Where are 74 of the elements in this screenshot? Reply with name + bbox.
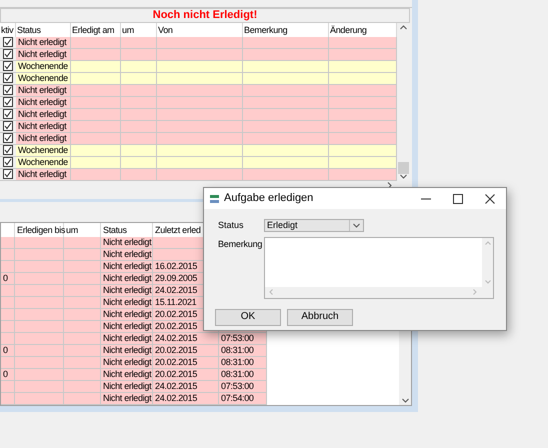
checkbox[interactable] xyxy=(3,145,13,156)
close-icon[interactable] xyxy=(485,194,495,204)
table-cell: Nicht erledigt xyxy=(101,297,153,310)
table-cell: Wochenende xyxy=(16,60,71,73)
table-cell: Nicht erledigt xyxy=(101,285,153,298)
table-cell: Nicht erledigt xyxy=(101,369,153,382)
table-cell: 20.02.2015 xyxy=(153,369,219,382)
checkbox[interactable] xyxy=(3,49,13,60)
table-cell: 07:53:00 xyxy=(219,333,267,346)
maximize-icon[interactable] xyxy=(453,194,463,204)
table-cell: Nicht erledigt xyxy=(101,249,153,262)
vertical-scrollbar[interactable] xyxy=(397,22,410,181)
table-cell: Nicht erledigt xyxy=(101,393,153,406)
checkbox[interactable] xyxy=(3,121,13,132)
table-cell: Nicht erledigt xyxy=(101,273,153,286)
scroll-left-icon xyxy=(269,289,273,295)
table-cell: Nicht erledigt xyxy=(101,381,153,394)
checkbox[interactable] xyxy=(3,73,13,84)
scroll-thumb[interactable] xyxy=(398,162,409,174)
table-cell: 07:53:00 xyxy=(219,381,267,394)
table-cell: 0 xyxy=(1,345,15,358)
table-cell: Nicht erledigt xyxy=(16,108,71,121)
remark-label: Bemerkung xyxy=(218,238,264,251)
dialog-title: Aufgabe erledigen xyxy=(224,191,314,206)
table-cell: Nicht erledigt xyxy=(16,132,71,145)
minimize-icon[interactable] xyxy=(421,198,431,200)
table-cell: 24.02.2015 xyxy=(153,333,219,346)
scroll-down-icon[interactable] xyxy=(400,174,407,179)
table-cell: Nicht erledigt xyxy=(16,96,71,109)
table-cell: Nicht erledigt xyxy=(16,84,71,97)
table-cell: Nicht erledigt xyxy=(101,321,153,334)
checkbox[interactable] xyxy=(3,169,13,180)
table-cell: 24.02.2015 xyxy=(153,381,219,394)
app-logo-icon xyxy=(209,194,220,204)
checkbox[interactable] xyxy=(3,61,13,72)
checkbox[interactable] xyxy=(3,85,13,96)
table-cell: Nicht erledigt xyxy=(101,345,153,358)
scroll-up-icon[interactable] xyxy=(400,24,407,30)
table-cell: Wochenende xyxy=(16,156,71,169)
table-cell: Nicht erledigt xyxy=(16,36,71,49)
status-dropdown[interactable]: Erledigt xyxy=(264,219,364,232)
table-cell: 08:31:00 xyxy=(219,345,267,358)
status-label: Status xyxy=(218,219,245,232)
scroll-up-icon xyxy=(484,240,490,244)
table-cell: Nicht erledigt xyxy=(101,237,153,250)
table-cell: Nicht erledigt xyxy=(16,48,71,61)
checkbox[interactable] xyxy=(3,157,13,168)
table-cell: Wochenende xyxy=(16,144,71,157)
table-cell: 24.02.2015 xyxy=(153,393,219,406)
scroll-down-icon[interactable] xyxy=(402,398,408,404)
table-cell: 20.02.2015 xyxy=(153,357,219,370)
dropdown-caret-icon xyxy=(353,223,360,228)
table-cell: Nicht erledigt xyxy=(16,168,71,181)
table-cell: Nicht erledigt xyxy=(101,261,153,274)
table-cell: Wochenende xyxy=(16,72,71,85)
table-cell: 20.02.2015 xyxy=(153,345,219,358)
table-cell: 0 xyxy=(1,369,15,382)
checkbox[interactable] xyxy=(3,133,13,144)
table-cell: 0 xyxy=(1,273,15,286)
cancel-button[interactable]: Abbruch xyxy=(287,308,353,326)
ok-button[interactable]: OK xyxy=(215,308,281,326)
scroll-right-icon xyxy=(473,289,477,295)
table-cell: 07:54:00 xyxy=(219,393,267,406)
checkbox[interactable] xyxy=(3,37,13,48)
scroll-down-icon xyxy=(484,280,490,284)
table-cell: 08:31:00 xyxy=(219,369,267,382)
table-cell: 08:31:00 xyxy=(219,357,267,370)
table-cell: Nicht erledigt xyxy=(101,333,153,346)
banner-title: Noch nicht Erledigt! xyxy=(152,10,258,21)
table-cell: Nicht erledigt xyxy=(101,357,153,370)
table-cell: Nicht erledigt xyxy=(16,120,71,133)
checkbox[interactable] xyxy=(3,109,13,120)
checkbox[interactable] xyxy=(3,97,13,108)
table-cell: Nicht erledigt xyxy=(101,309,153,322)
